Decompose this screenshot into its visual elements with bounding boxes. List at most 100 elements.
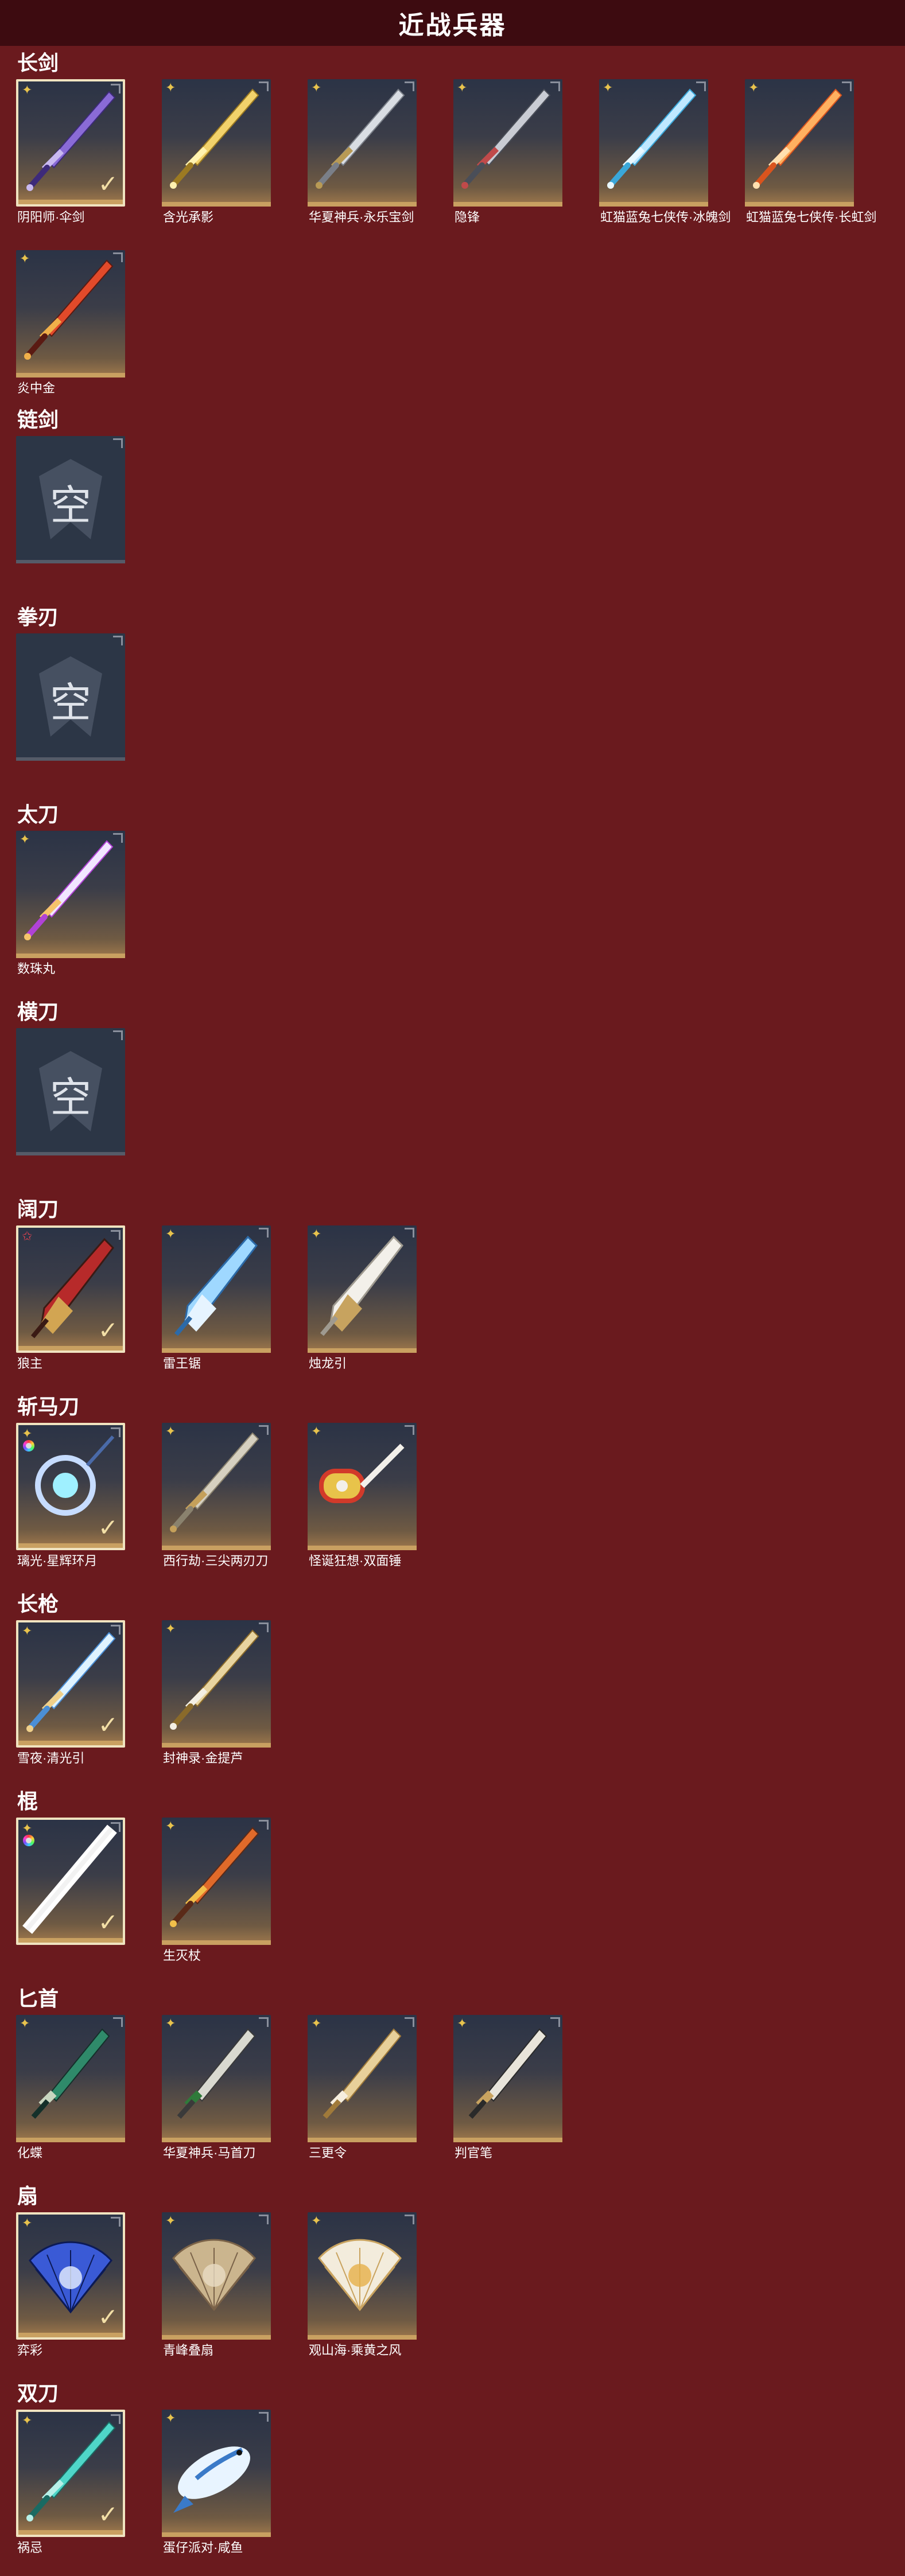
weapon-tile[interactable]: ✦ [16, 250, 125, 378]
weapon-item[interactable]: ✦ 雷王锯 [146, 1225, 287, 1371]
weapon-item[interactable]: ✦ ✓ 雪夜·清光引 [0, 1620, 141, 1765]
weapon-image [31, 2028, 110, 2119]
weapon-name: 封神录·金提芦 [163, 1751, 243, 1765]
weapon-tile[interactable]: 空 [16, 1028, 125, 1155]
weapon-item[interactable]: ✦ 虹猫蓝兔七侠传·冰魄剑 [583, 79, 731, 224]
weapon-tile[interactable]: ✦ ✓ [16, 1818, 125, 1945]
weapon-name: 虹猫蓝兔七侠传·冰魄剑 [600, 210, 731, 224]
weapon-item[interactable]: ✦ 三更令 [292, 2015, 433, 2160]
weapon-tile[interactable]: ✦ [162, 2015, 271, 2142]
rainbow-ring-icon [23, 1835, 34, 1846]
checkmark-icon: ✓ [98, 2303, 118, 2330]
weapon-tile[interactable]: ✦ [599, 79, 708, 207]
weapon-image [177, 2028, 256, 2119]
weapon-item[interactable]: ✦ 化蝶 [0, 2015, 141, 2160]
empty-weapon-slot[interactable]: 空 [0, 436, 141, 579]
corner-bracket-icon [113, 1030, 123, 1040]
weapon-image [461, 88, 551, 189]
weapon-tile[interactable]: ✦ [162, 1818, 271, 1945]
weapon-item[interactable]: ✦ 怪诞狂想·双面锤 [292, 1423, 433, 1568]
weapon-item[interactable]: ✦ 华夏神兵·马首刀 [146, 2015, 287, 2160]
weapon-item[interactable]: ✦ 西行劫·三尖两刃刀 [146, 1423, 287, 1568]
weapon-tile[interactable]: ✦ [745, 79, 854, 207]
gold-star-rarity-icon: ✦ [603, 80, 613, 95]
weapon-tile[interactable]: ✦ [453, 2015, 562, 2142]
weapon-tile[interactable]: 空 [16, 436, 125, 563]
weapon-tile[interactable]: ✦ [16, 2015, 125, 2142]
gold-star-rarity-icon: ✦ [457, 2016, 468, 2030]
checkmark-icon: ✓ [98, 1711, 118, 1738]
weapon-tile[interactable]: 空 [16, 633, 125, 761]
weapon-item[interactable]: ✦ 数珠丸 [0, 831, 141, 976]
weapon-item[interactable]: ✦ 炎中金 [0, 250, 141, 395]
weapon-item[interactable]: ✦ ✓ [0, 1818, 141, 1961]
weapon-tile[interactable]: ✩ ✓ [16, 1225, 125, 1353]
weapon-image [24, 840, 114, 940]
weapon-name: 生灭杖 [163, 1948, 201, 1963]
section-title: 长剑 [17, 51, 59, 75]
weapon-item[interactable]: ✦ 青峰叠扇 [146, 2212, 287, 2357]
weapon-tile[interactable]: ✦ [308, 2212, 417, 2340]
weapon-tile[interactable]: ✦ [308, 2015, 417, 2142]
weapon-name: 雪夜·清光引 [17, 1751, 85, 1765]
weapon-name: 祸忌 [17, 2540, 43, 2555]
weapon-item[interactable]: ✦ ✓ 祸忌 [0, 2410, 141, 2555]
weapon-name: 判官笔 [455, 2146, 493, 2160]
weapon-tile[interactable]: ✦ [162, 2410, 271, 2537]
section-title: 匕首 [17, 1987, 59, 2010]
weapon-tile[interactable]: ✦ [162, 1225, 271, 1353]
weapon-item[interactable]: ✦ 华夏神兵·永乐宝剑 [292, 79, 433, 224]
weapon-tile[interactable]: ✦ [162, 2212, 271, 2340]
section-title: 长枪 [17, 1592, 59, 1616]
checkmark-icon: ✓ [98, 1317, 118, 1344]
weapon-tile[interactable]: ✦ [308, 1225, 417, 1353]
weapon-item[interactable]: ✦ 隐锋 [437, 79, 578, 224]
section-title: 扇 [17, 2184, 38, 2208]
weapon-name: 西行劫·三尖两刃刀 [163, 1554, 269, 1568]
weapon-item[interactable]: ✦ ✓ 阴阳师·伞剑 [0, 79, 141, 224]
gold-star-rarity-icon: ✦ [165, 1819, 176, 1833]
weapon-tile[interactable]: ✦ [308, 1423, 417, 1550]
weapon-tile[interactable]: ✦ ✓ [16, 79, 125, 207]
weapon-item[interactable]: ✦ ✓ 璃光·星辉环月 [0, 1423, 141, 1568]
weapon-tile[interactable]: ✦ [453, 79, 562, 207]
weapon-tile[interactable]: ✦ [16, 831, 125, 958]
weapon-image [170, 1629, 259, 1730]
weapon-image [323, 2028, 402, 2119]
weapon-tile[interactable]: ✦ ✓ [16, 1620, 125, 1748]
weapon-image [173, 2446, 250, 2513]
weapon-tile[interactable]: ✦ [308, 79, 417, 207]
empty-slot-label: 空 [49, 1073, 91, 1122]
weapon-item[interactable]: ✦ 蛋仔派对·咸鱼 [146, 2410, 287, 2555]
weapon-tile[interactable]: ✦ [162, 1620, 271, 1748]
weapon-tile[interactable]: ✦ ✓ [16, 2410, 125, 2537]
weapon-tile[interactable]: ✦ ✓ [16, 1423, 125, 1550]
weapon-item[interactable]: ✦ 判官笔 [437, 2015, 578, 2160]
section-title: 拳刃 [17, 605, 59, 629]
corner-bracket-icon [113, 636, 123, 645]
empty-weapon-slot[interactable]: 空 [0, 633, 141, 777]
weapon-item[interactable]: ✦ 含光承影 [146, 79, 287, 224]
weapon-tile[interactable]: ✦ [162, 79, 271, 207]
weapon-tile[interactable]: ✦ [162, 1423, 271, 1550]
gold-star-rarity-icon: ✦ [457, 80, 468, 95]
gold-star-rarity-icon: ✦ [22, 1624, 33, 1638]
gold-star-rarity-icon: ✦ [165, 2411, 176, 2425]
weapon-item[interactable]: ✦ 封神录·金提芦 [146, 1620, 287, 1765]
weapon-tile[interactable]: ✦ ✓ [16, 2212, 125, 2340]
section-title: 太刀 [17, 803, 59, 826]
weapon-item[interactable]: ✦ ✓ 弈彩 [0, 2212, 141, 2357]
gold-star-rarity-icon: ✦ [165, 1424, 176, 1438]
checkmark-icon: ✓ [98, 1514, 118, 1541]
weapon-name: 蛋仔派对·咸鱼 [163, 2540, 243, 2555]
weapon-item[interactable]: ✦ 观山海·乘黄之风 [292, 2212, 433, 2357]
weapon-item[interactable]: ✦ 生灭杖 [146, 1818, 287, 1963]
weapon-item[interactable]: ✦ 烛龙引 [292, 1225, 433, 1371]
empty-weapon-slot[interactable]: 空 [0, 1028, 141, 1172]
weapon-name: 烛龙引 [309, 1356, 347, 1371]
weapon-item[interactable]: ✩ ✓ 狼主 [0, 1225, 141, 1371]
empty-slot-label: 空 [49, 679, 91, 727]
weapon-item[interactable]: ✦ 虹猫蓝兔七侠传·长虹剑 [729, 79, 876, 224]
weapon-sections: 长剑 ✦ ✓ 阴阳师·伞剑 ✦ 含光承影 ✦ 华夏神兵·永乐宝剑 ✦ 隐锋 ✦ … [0, 0, 905, 2576]
gold-star-rarity-icon: ✦ [311, 2213, 322, 2228]
